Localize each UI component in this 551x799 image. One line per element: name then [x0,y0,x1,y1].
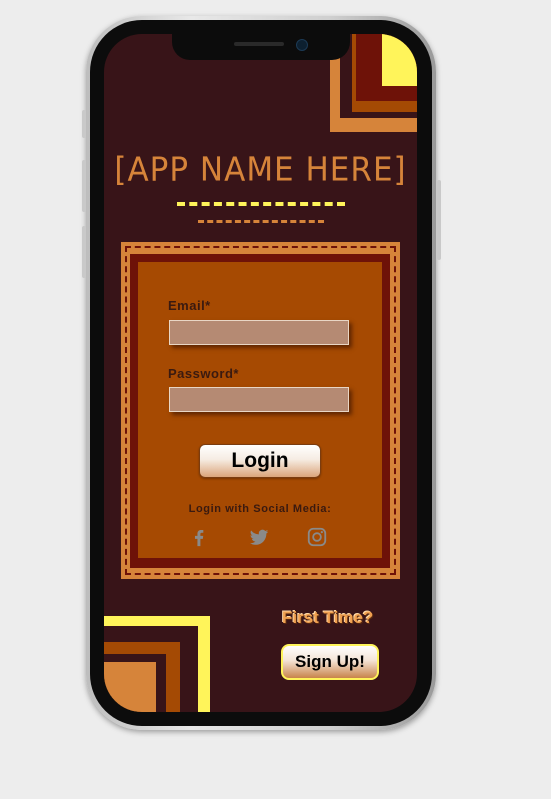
sign-up-button[interactable]: Sign Up! [281,644,379,680]
title-divider-orange [198,220,324,223]
password-field[interactable] [169,387,349,412]
email-field[interactable] [169,320,349,345]
front-camera [296,39,308,51]
login-card: Email* Password* Login Login with Social… [121,242,400,579]
phone-volume-down-button [82,226,86,278]
first-time-prompt: First Time? [282,608,374,627]
phone-volume-up-button [82,160,86,212]
corner-decoration-layer [382,34,417,86]
login-button[interactable]: Login [199,444,321,478]
login-card-frame: Email* Password* Login Login with Social… [130,254,390,568]
social-login-label: Login with Social Media: [188,503,332,515]
title-divider-yellow [177,202,345,206]
login-form: Email* Password* Login Login with Social… [138,262,382,558]
app-screen: [APP NAME HERE] Email* Password* Login L… [104,34,417,712]
corner-decoration-layer [104,662,156,712]
speaker-grille [234,42,284,46]
app-title: [APP NAME HERE] [114,151,407,189]
phone-power-button [437,180,441,260]
phone-notch [172,30,350,60]
email-label: Email* [168,298,211,313]
instagram-icon[interactable] [306,526,328,548]
phone-mute-button [82,110,86,138]
twitter-icon[interactable] [248,526,270,548]
facebook-icon[interactable] [188,526,210,548]
password-label: Password* [168,366,239,381]
